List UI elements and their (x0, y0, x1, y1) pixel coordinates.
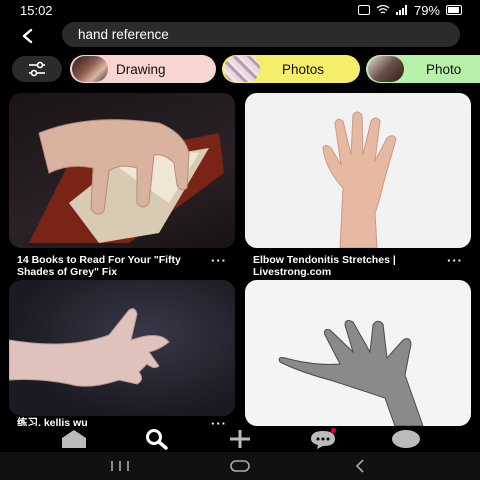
chip-photos[interactable]: Photos (222, 55, 360, 83)
clawed-hand-image (278, 320, 424, 426)
pin-image[interactable] (9, 280, 235, 416)
home-button[interactable] (225, 456, 255, 476)
pin-image[interactable] (245, 280, 471, 426)
nav-search[interactable] (142, 427, 172, 451)
open-hand-image (322, 111, 397, 248)
nav-messages[interactable] (308, 427, 338, 451)
search-header: hand reference (0, 22, 480, 48)
search-query: hand reference (78, 27, 169, 42)
profile-icon (392, 430, 421, 448)
pin-card[interactable]: 练习. kellis wu ··· (9, 280, 235, 426)
filter-button[interactable] (12, 56, 62, 82)
status-bar: 15:02 79% (0, 0, 480, 20)
relaxed-hand-image (9, 308, 170, 387)
chip-photos-thumbnail (224, 56, 260, 82)
chip-drawing[interactable]: Drawing (70, 55, 216, 83)
back-system-button[interactable] (345, 456, 375, 476)
back-button[interactable] (16, 24, 40, 48)
chip-photo-thumbnail (368, 56, 404, 82)
hand-on-book-image (29, 119, 224, 243)
battery-percent: 79% (413, 2, 440, 18)
recent-apps-icon (111, 461, 129, 471)
status-icons: 79% (357, 2, 462, 18)
pin-more-button[interactable]: ··· (211, 253, 227, 268)
pin-image[interactable] (245, 93, 471, 248)
back-chevron-icon (355, 459, 364, 473)
pin-card[interactable]: Elbow Tendonitis Stretches | Livestrong.… (245, 93, 471, 278)
pin-title: Elbow Tendonitis Stretches | Livestrong.… (253, 254, 396, 278)
signal-icon (395, 5, 407, 15)
nav-create[interactable] (225, 427, 255, 451)
bottom-navigation (0, 426, 480, 452)
nav-profile[interactable] (391, 427, 421, 451)
nav-home[interactable] (59, 427, 89, 451)
chip-label: Drawing (116, 61, 166, 77)
status-time: 15:02 (20, 2, 53, 18)
back-arrow-icon (22, 29, 33, 43)
pin-card[interactable] (245, 280, 471, 426)
system-navigation (0, 452, 480, 480)
chip-drawing-thumbnail (72, 56, 108, 82)
sliders-icon (29, 61, 45, 77)
home-icon (61, 430, 86, 448)
home-circle-icon (230, 460, 250, 472)
pin-title: 练习. kellis wu (17, 417, 88, 426)
chip-label: Photo (426, 61, 462, 77)
pin-image[interactable] (9, 93, 235, 248)
camera-icon (357, 5, 370, 15)
battery-icon (446, 5, 462, 15)
pin-more-button[interactable]: ··· (211, 416, 227, 426)
chip-label: Photos (282, 61, 325, 77)
search-icon (145, 429, 168, 450)
pin-card[interactable]: 14 Books to Read For Your "Fifty Shades … (9, 93, 235, 278)
pin-grid: 14 Books to Read For Your "Fifty Shades … (0, 90, 480, 426)
pin-more-button[interactable]: ··· (447, 253, 463, 268)
recent-apps-button[interactable] (105, 456, 135, 476)
wifi-icon (376, 5, 390, 14)
pin-title: 14 Books to Read For Your "Fifty Shades … (17, 254, 181, 278)
plus-icon (229, 430, 250, 448)
search-input[interactable]: hand reference (62, 22, 460, 47)
filter-chips: Drawing Photos Photo (0, 53, 480, 85)
chip-photo[interactable]: Photo (366, 55, 480, 83)
